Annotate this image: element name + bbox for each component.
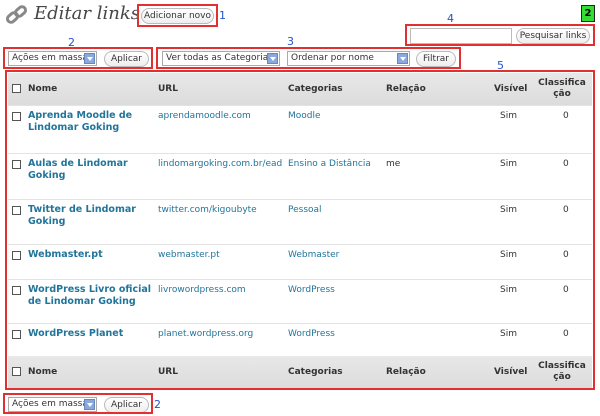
annotation-badge-green: 2 [581,5,595,22]
annotation-box-3 [156,47,461,69]
page-title: Editar links [34,3,140,24]
links-chain-icon [5,5,28,24]
annotation-box-2 [3,47,153,69]
annotation-box-5 [5,70,595,390]
annotation-box-2-bottom [3,393,153,414]
annotation-box-4 [405,24,595,46]
annotation-number-2-bottom: 2 [154,398,161,411]
annotation-box-1 [137,4,218,27]
annotation-number-1: 1 [219,9,226,22]
